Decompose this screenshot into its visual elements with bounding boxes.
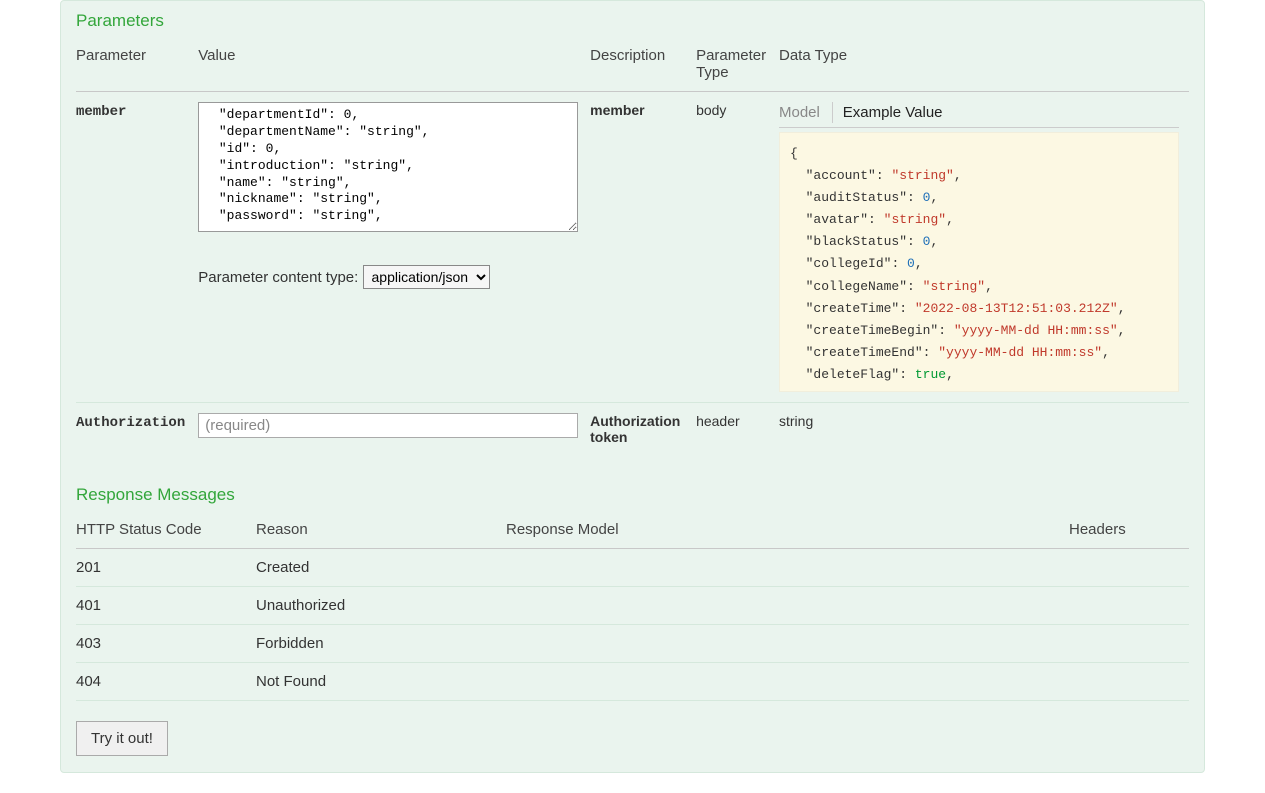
tab-example-value[interactable]: Example Value [832, 102, 943, 123]
param-row-authorization: Authorization Authorization token header… [76, 403, 1189, 456]
param-type-member: body [696, 92, 779, 403]
response-row: 404Not Found [76, 663, 1189, 701]
response-reason: Created [256, 549, 506, 587]
responses-table: HTTP Status Code Reason Response Model H… [76, 515, 1189, 701]
param-row-member: member Parameter content type: applicati… [76, 92, 1189, 403]
response-headers-cell [1069, 549, 1189, 587]
param-name-member: member [76, 104, 126, 120]
param-desc-authorization: Authorization token [590, 413, 680, 445]
response-model-cell [506, 587, 1069, 625]
col-reason: Reason [256, 515, 506, 549]
try-it-out-button[interactable]: Try it out! [76, 721, 168, 756]
col-http-status: HTTP Status Code [76, 515, 256, 549]
param-desc-member: member [590, 102, 644, 118]
col-data-type: Data Type [779, 41, 1189, 92]
response-model-cell [506, 625, 1069, 663]
response-code: 201 [76, 549, 256, 587]
response-code: 403 [76, 625, 256, 663]
response-row: 201Created [76, 549, 1189, 587]
response-reason: Unauthorized [256, 587, 506, 625]
content-type-label: Parameter content type: [198, 269, 358, 286]
col-value: Value [198, 41, 590, 92]
operation-panel: Parameters Parameter Value Description P… [60, 0, 1205, 773]
response-reason: Not Found [256, 663, 506, 701]
param-datatype-authorization: string [779, 403, 1189, 456]
content-type-select[interactable]: application/json [363, 265, 490, 289]
response-model-cell [506, 663, 1069, 701]
authorization-input[interactable] [198, 413, 578, 438]
response-code: 404 [76, 663, 256, 701]
col-description: Description [590, 41, 696, 92]
response-headers-cell [1069, 587, 1189, 625]
tab-model[interactable]: Model [779, 102, 828, 123]
param-type-authorization: header [696, 403, 779, 456]
col-parameter-type: Parameter Type [696, 41, 779, 92]
response-headers-cell [1069, 663, 1189, 701]
parameters-table: Parameter Value Description Parameter Ty… [76, 41, 1189, 455]
parameters-heading: Parameters [76, 11, 1189, 31]
response-reason: Forbidden [256, 625, 506, 663]
col-headers: Headers [1069, 515, 1189, 549]
member-body-textarea[interactable] [198, 102, 578, 232]
response-model-cell [506, 549, 1069, 587]
param-name-authorization: Authorization [76, 415, 185, 431]
response-row: 401Unauthorized [76, 587, 1189, 625]
response-code: 401 [76, 587, 256, 625]
example-value-box[interactable]: { "account": "string", "auditStatus": 0,… [779, 132, 1179, 392]
response-headers-cell [1069, 625, 1189, 663]
col-parameter: Parameter [76, 41, 198, 92]
col-response-model: Response Model [506, 515, 1069, 549]
response-row: 403Forbidden [76, 625, 1189, 663]
responses-heading: Response Messages [76, 485, 1189, 505]
